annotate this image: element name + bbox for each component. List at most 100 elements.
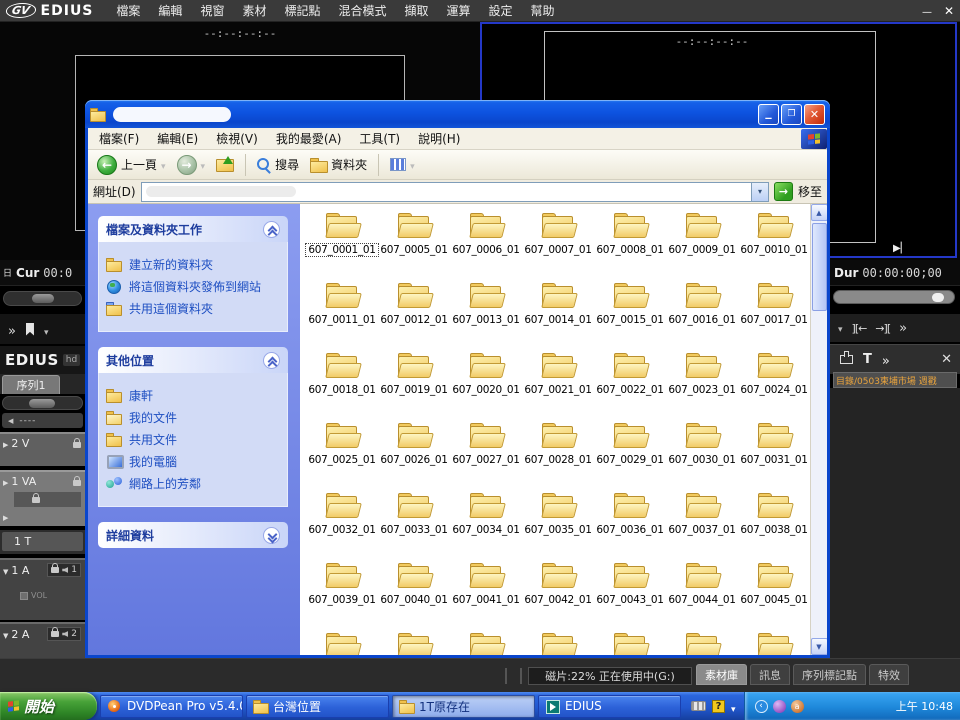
task-button[interactable]: 台灣位置 bbox=[246, 695, 389, 718]
folder-item[interactable]: 607_0023_01 bbox=[666, 352, 738, 422]
place-link[interactable]: 共用文件 bbox=[106, 431, 280, 448]
task-link[interactable]: 共用這個資料夾 bbox=[106, 300, 280, 317]
timeline-scrollbar[interactable] bbox=[2, 413, 83, 428]
folder-item[interactable] bbox=[522, 632, 594, 655]
folder-item[interactable]: 607_0038_01 bbox=[738, 492, 810, 562]
task-button[interactable]: 1T原存在 bbox=[392, 695, 535, 718]
folder-item[interactable]: 607_0015_01 bbox=[594, 282, 666, 352]
folder-item[interactable]: 607_0024_01 bbox=[738, 352, 810, 422]
sequence-tab[interactable]: 序列1 bbox=[2, 375, 60, 394]
task-button[interactable]: DVDPean Pro v5.4.0 bbox=[100, 695, 243, 718]
go-icon[interactable] bbox=[774, 182, 793, 201]
timeline-zoom-slider[interactable] bbox=[2, 396, 83, 410]
folder-item[interactable]: 607_0009_01 bbox=[666, 212, 738, 282]
folder-item[interactable]: 607_0044_01 bbox=[666, 562, 738, 632]
collapse-track-icon[interactable] bbox=[3, 564, 8, 577]
folder-item[interactable]: 607_0040_01 bbox=[378, 562, 450, 632]
back-dropdown-icon[interactable] bbox=[161, 158, 166, 172]
folder-item[interactable]: 607_0037_01 bbox=[666, 492, 738, 562]
folder-item[interactable] bbox=[594, 632, 666, 655]
edius-menu-item[interactable]: 運算 bbox=[438, 0, 480, 22]
folder-item[interactable]: 607_0041_01 bbox=[450, 562, 522, 632]
expand-track-icon[interactable] bbox=[3, 437, 8, 450]
edius-menu-item[interactable]: 素材 bbox=[233, 0, 275, 22]
tray-app-icon[interactable] bbox=[791, 700, 804, 713]
track-header-1va[interactable]: 1 VA bbox=[0, 470, 85, 526]
panel-header[interactable]: 詳細資料 bbox=[98, 522, 288, 548]
folder-item[interactable]: 607_0032_01 bbox=[306, 492, 378, 562]
folder-item[interactable]: 607_0026_01 bbox=[378, 422, 450, 492]
folder-item[interactable]: 607_0010_01 bbox=[738, 212, 810, 282]
scroll-down-icon[interactable] bbox=[811, 638, 828, 655]
folder-item[interactable]: 607_0006_01 bbox=[450, 212, 522, 282]
bin-folder-tab[interactable]: 目錄/0503柬埔市場 週戳 bbox=[833, 372, 957, 388]
scroll-up-icon[interactable] bbox=[811, 204, 828, 221]
edius-menu-item[interactable]: 幫助 bbox=[522, 0, 564, 22]
folder-item[interactable]: 607_0035_01 bbox=[522, 492, 594, 562]
folder-item[interactable]: 607_0033_01 bbox=[378, 492, 450, 562]
more-buttons-icon[interactable] bbox=[899, 321, 907, 336]
volume-icon[interactable] bbox=[20, 592, 28, 600]
folder-item[interactable] bbox=[306, 632, 378, 655]
edius-menu-item[interactable]: 混合模式 bbox=[329, 0, 395, 22]
edius-minimize-button[interactable] bbox=[916, 4, 938, 18]
title-tool-icon[interactable]: T bbox=[863, 352, 872, 367]
collapse-panel-icon[interactable] bbox=[263, 352, 280, 369]
folder-item[interactable]: 607_0013_01 bbox=[450, 282, 522, 352]
folder-item[interactable]: 607_0036_01 bbox=[594, 492, 666, 562]
track-header-1a[interactable]: 1 A 1 VOL bbox=[0, 558, 85, 620]
search-button[interactable]: 搜尋 bbox=[254, 154, 302, 175]
track-header-1t[interactable]: 1 T bbox=[0, 530, 85, 554]
edius-panel-tab[interactable]: 序列標記點 bbox=[793, 664, 866, 685]
place-link[interactable]: 我的文件 bbox=[106, 409, 280, 426]
vertical-scrollbar[interactable] bbox=[810, 204, 827, 655]
close-panel-icon[interactable] bbox=[941, 352, 952, 367]
panel-header[interactable]: 檔案及資料夾工作 bbox=[98, 216, 288, 242]
trim-in-icon[interactable] bbox=[852, 322, 867, 335]
more-buttons-icon[interactable] bbox=[882, 350, 890, 369]
scroll-left-icon[interactable] bbox=[2, 416, 19, 426]
explorer-menu-item[interactable]: 編輯(E) bbox=[148, 128, 207, 150]
slider-thumb[interactable] bbox=[32, 294, 54, 303]
folder-item[interactable]: 607_0022_01 bbox=[594, 352, 666, 422]
expand-icon[interactable] bbox=[3, 510, 8, 523]
edius-menu-item[interactable]: 編輯 bbox=[149, 0, 191, 22]
scroll-thumb[interactable] bbox=[812, 223, 827, 311]
address-dropdown-button[interactable] bbox=[751, 183, 768, 201]
folder-item[interactable]: 607_0020_01 bbox=[450, 352, 522, 422]
folder-item[interactable]: 607_0039_01 bbox=[306, 562, 378, 632]
folder-item[interactable]: 607_0031_01 bbox=[738, 422, 810, 492]
folder-item[interactable]: 607_0019_01 bbox=[378, 352, 450, 422]
task-button[interactable]: EDIUS bbox=[538, 695, 681, 718]
task-link[interactable]: 建立新的資料夾 bbox=[106, 256, 280, 273]
help-icon[interactable] bbox=[712, 700, 725, 713]
place-link[interactable]: 我的電腦 bbox=[106, 453, 280, 470]
slider-thumb[interactable] bbox=[932, 293, 944, 302]
edius-menu-item[interactable]: 視窗 bbox=[191, 0, 233, 22]
export-icon[interactable] bbox=[840, 355, 853, 364]
language-options-icon[interactable] bbox=[731, 697, 736, 716]
folder-item[interactable]: 607_0016_01 bbox=[666, 282, 738, 352]
source-shuttle-slider[interactable] bbox=[3, 291, 82, 306]
folders-button[interactable]: 資料夾 bbox=[307, 154, 370, 175]
skip-to-end-icon[interactable] bbox=[893, 243, 908, 254]
explorer-menu-item[interactable]: 檢視(V) bbox=[207, 128, 267, 150]
marker-icon[interactable] bbox=[26, 323, 34, 336]
dropdown-caret-icon[interactable] bbox=[838, 322, 843, 335]
close-button[interactable] bbox=[804, 104, 825, 125]
collapse-track-icon[interactable] bbox=[3, 628, 8, 641]
expand-track-icon[interactable] bbox=[3, 475, 8, 488]
minimize-button[interactable] bbox=[758, 104, 779, 125]
tray-collapse-icon[interactable] bbox=[755, 700, 768, 713]
folder-item[interactable]: 607_0011_01 bbox=[306, 282, 378, 352]
edius-menu-item[interactable]: 擷取 bbox=[396, 0, 438, 22]
address-input[interactable] bbox=[141, 182, 769, 202]
panel-header[interactable]: 其他位置 bbox=[98, 347, 288, 373]
folder-item[interactable] bbox=[378, 632, 450, 655]
edius-menu-item[interactable]: 檔案 bbox=[107, 0, 149, 22]
trim-out-icon[interactable] bbox=[875, 322, 890, 335]
folder-item[interactable]: 607_0018_01 bbox=[306, 352, 378, 422]
folder-item[interactable]: 607_0017_01 bbox=[738, 282, 810, 352]
folder-item[interactable]: 607_0043_01 bbox=[594, 562, 666, 632]
explorer-titlebar[interactable] bbox=[85, 100, 830, 128]
